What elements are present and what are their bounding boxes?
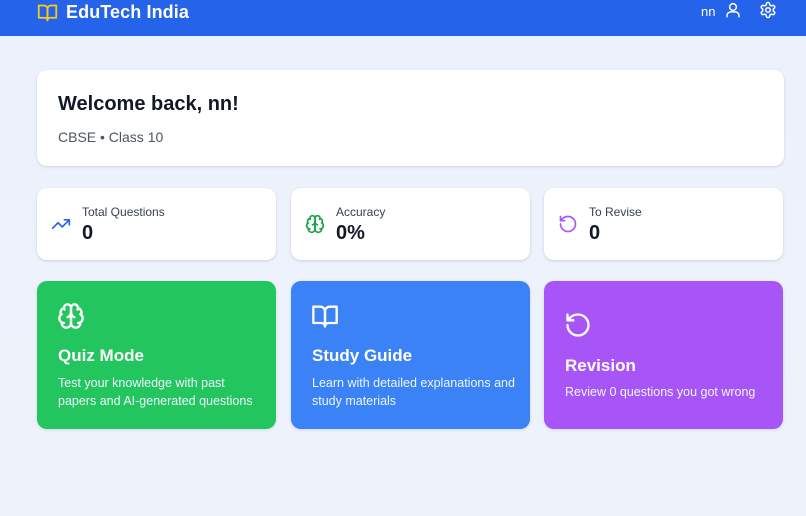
stat-value: 0 xyxy=(82,222,94,244)
user-icon[interactable] xyxy=(724,1,742,19)
action-title: Revision xyxy=(565,356,636,375)
rotate-ccw-icon xyxy=(566,313,590,337)
gear-icon[interactable] xyxy=(759,1,777,19)
action-description: Learn with detailed explanations and stu… xyxy=(312,376,515,408)
rotate-ccw-icon xyxy=(559,215,577,233)
brain-icon xyxy=(58,303,84,329)
stat-card-accuracy: Accuracy 0% xyxy=(291,188,530,260)
trending-up-icon xyxy=(51,219,71,229)
open-book-icon xyxy=(312,305,338,328)
stat-label: To Revise xyxy=(589,205,642,219)
action-description: Review 0 questions you got wrong xyxy=(565,385,756,399)
stat-card-total-questions: Total Questions 0 xyxy=(37,188,276,260)
study-guide-card[interactable]: Study Guide Learn with detailed explanat… xyxy=(291,281,530,429)
stat-value: 0% xyxy=(336,222,365,244)
brand-name: EduTech India xyxy=(66,1,189,22)
stat-card-to-revise: To Revise 0 xyxy=(544,188,783,260)
top-navbar: EduTech India nn xyxy=(0,0,806,36)
brand-logo[interactable]: EduTech India xyxy=(37,0,189,24)
user-name: nn xyxy=(701,4,716,19)
brain-icon xyxy=(305,214,325,234)
stat-label: Accuracy xyxy=(336,205,386,219)
welcome-title: Welcome back, nn! xyxy=(58,93,239,115)
action-description: Test your knowledge with past papers and… xyxy=(58,376,253,408)
action-title: Study Guide xyxy=(312,346,413,365)
stat-value: 0 xyxy=(589,222,601,244)
stat-label: Total Questions xyxy=(82,205,165,219)
welcome-card: Welcome back, nn! CBSE • Class 10 xyxy=(37,70,784,166)
quiz-mode-card[interactable]: Quiz Mode Test your knowledge with past … xyxy=(37,281,276,429)
action-title: Quiz Mode xyxy=(58,346,144,365)
welcome-subtitle: CBSE • Class 10 xyxy=(58,129,164,145)
revision-card[interactable]: Revision Review 0 questions you got wron… xyxy=(544,281,783,429)
open-book-icon xyxy=(37,4,58,21)
